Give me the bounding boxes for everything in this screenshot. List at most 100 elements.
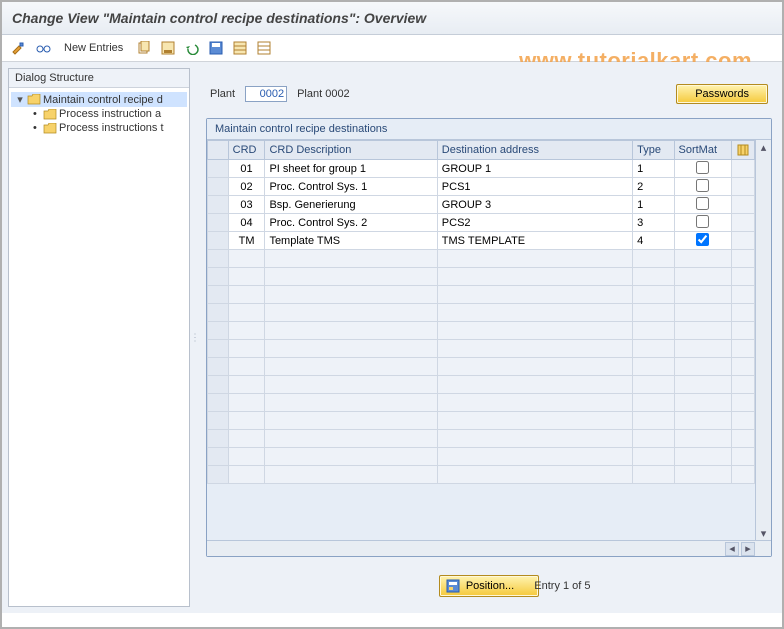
tree-item[interactable]: • Process instructions t: [11, 121, 187, 135]
cell-desc[interactable]: [265, 232, 436, 249]
new-entries-button[interactable]: New Entries: [58, 42, 129, 54]
table-row-empty: [208, 376, 755, 394]
folder-closed-icon: [43, 108, 57, 120]
table-row: [208, 160, 755, 178]
plant-label: Plant: [210, 88, 235, 100]
cell-dest[interactable]: [438, 178, 632, 195]
col-header-config[interactable]: [731, 141, 754, 160]
folder-open-icon: [27, 94, 41, 106]
cell-dest[interactable]: [438, 232, 632, 249]
table-row-empty: [208, 340, 755, 358]
tree-bullet-icon: •: [33, 122, 41, 134]
cell-trailing: [731, 214, 754, 232]
cell-crd[interactable]: [229, 214, 265, 231]
cell-dest[interactable]: [438, 160, 632, 177]
table-row-empty: [208, 250, 755, 268]
cell-type[interactable]: [633, 196, 673, 213]
horizontal-scrollbar[interactable]: ◂ ▸: [207, 540, 771, 556]
row-selector[interactable]: [208, 232, 229, 250]
tree-item-label: Process instructions t: [59, 122, 164, 134]
tree-item[interactable]: ▾ Maintain control recipe d: [11, 92, 187, 107]
col-header-crd[interactable]: CRD: [228, 141, 265, 160]
cell-desc[interactable]: [265, 214, 436, 231]
cell-trailing: [731, 160, 754, 178]
tree-item[interactable]: • Process instruction a: [11, 107, 187, 121]
cell-sortmat-checkbox[interactable]: [696, 161, 709, 174]
tree-bullet-icon: •: [33, 108, 41, 120]
table-row-empty: [208, 322, 755, 340]
table-row-empty: [208, 430, 755, 448]
vertical-scrollbar[interactable]: ▴ ▾: [755, 140, 771, 540]
table-row-empty: [208, 466, 755, 484]
position-button-label: Position...: [466, 580, 514, 592]
cell-trailing: [731, 196, 754, 214]
dialog-structure-panel: Dialog Structure ▾ Maintain control recip…: [8, 68, 190, 607]
undo-icon[interactable]: [183, 39, 201, 57]
cell-sortmat-checkbox[interactable]: [696, 179, 709, 192]
table-row-empty: [208, 268, 755, 286]
position-icon: [446, 579, 460, 593]
table-row-empty: [208, 358, 755, 376]
grid-container: Maintain control recipe destinations CRD…: [206, 118, 772, 557]
cell-crd[interactable]: [229, 160, 265, 177]
cell-type[interactable]: [633, 178, 673, 195]
cell-crd[interactable]: [229, 232, 265, 249]
table-row-empty: [208, 304, 755, 322]
folder-closed-icon: [43, 122, 57, 134]
scroll-up-icon[interactable]: ▴: [756, 140, 771, 154]
col-header-desc[interactable]: CRD Description: [265, 141, 437, 160]
row-selector[interactable]: [208, 160, 229, 178]
row-selector[interactable]: [208, 178, 229, 196]
table-row-empty: [208, 412, 755, 430]
col-header-type[interactable]: Type: [633, 141, 674, 160]
col-header-dest[interactable]: Destination address: [437, 141, 632, 160]
cell-desc[interactable]: [265, 196, 436, 213]
table-row: [208, 196, 755, 214]
cell-trailing: [731, 232, 754, 250]
tree-item-label: Process instruction a: [59, 108, 161, 120]
save-icon[interactable]: [207, 39, 225, 57]
entry-counter: Entry 1 of 5: [534, 580, 590, 592]
table-row-empty: [208, 286, 755, 304]
plant-code-input[interactable]: [245, 86, 287, 102]
passwords-button[interactable]: Passwords: [676, 84, 768, 104]
copy-icon[interactable]: [135, 39, 153, 57]
plant-name: Plant 0002: [297, 88, 350, 100]
cell-sortmat-checkbox[interactable]: [696, 197, 709, 210]
position-button[interactable]: Position...: [439, 575, 539, 597]
table-row: [208, 232, 755, 250]
cell-dest[interactable]: [438, 196, 632, 213]
dialog-structure-title: Dialog Structure: [9, 69, 189, 88]
toolbar: New Entries: [2, 35, 782, 62]
tree-item-label: Maintain control recipe d: [43, 94, 163, 106]
table-row: [208, 178, 755, 196]
row-selector[interactable]: [208, 196, 229, 214]
toggle-icon[interactable]: [10, 39, 28, 57]
scroll-down-icon[interactable]: ▾: [756, 526, 771, 540]
cell-type[interactable]: [633, 232, 673, 249]
tree-expand-icon[interactable]: ▾: [15, 93, 25, 106]
col-header-selector[interactable]: [208, 141, 229, 160]
scroll-left-icon[interactable]: ◂: [725, 542, 739, 556]
cell-sortmat-checkbox[interactable]: [696, 233, 709, 246]
save-variant-icon[interactable]: [159, 39, 177, 57]
cell-crd[interactable]: [229, 178, 265, 195]
table-row: [208, 214, 755, 232]
grid-title: Maintain control recipe destinations: [207, 119, 771, 140]
cell-sortmat-checkbox[interactable]: [696, 215, 709, 228]
cell-type[interactable]: [633, 214, 673, 231]
col-header-sort[interactable]: SortMat: [674, 141, 731, 160]
select-all-icon[interactable]: [231, 39, 249, 57]
table-settings-icon[interactable]: [736, 144, 750, 156]
cell-dest[interactable]: [438, 214, 632, 231]
scroll-right-icon[interactable]: ▸: [741, 542, 755, 556]
cell-crd[interactable]: [229, 196, 265, 213]
row-selector[interactable]: [208, 214, 229, 232]
page-title: Change View "Maintain control recipe des…: [2, 2, 782, 35]
cell-desc[interactable]: [265, 178, 436, 195]
cell-type[interactable]: [633, 160, 673, 177]
glasses-icon[interactable]: [34, 39, 52, 57]
deselect-all-icon[interactable]: [255, 39, 273, 57]
cell-desc[interactable]: [265, 160, 436, 177]
table-row-empty: [208, 394, 755, 412]
